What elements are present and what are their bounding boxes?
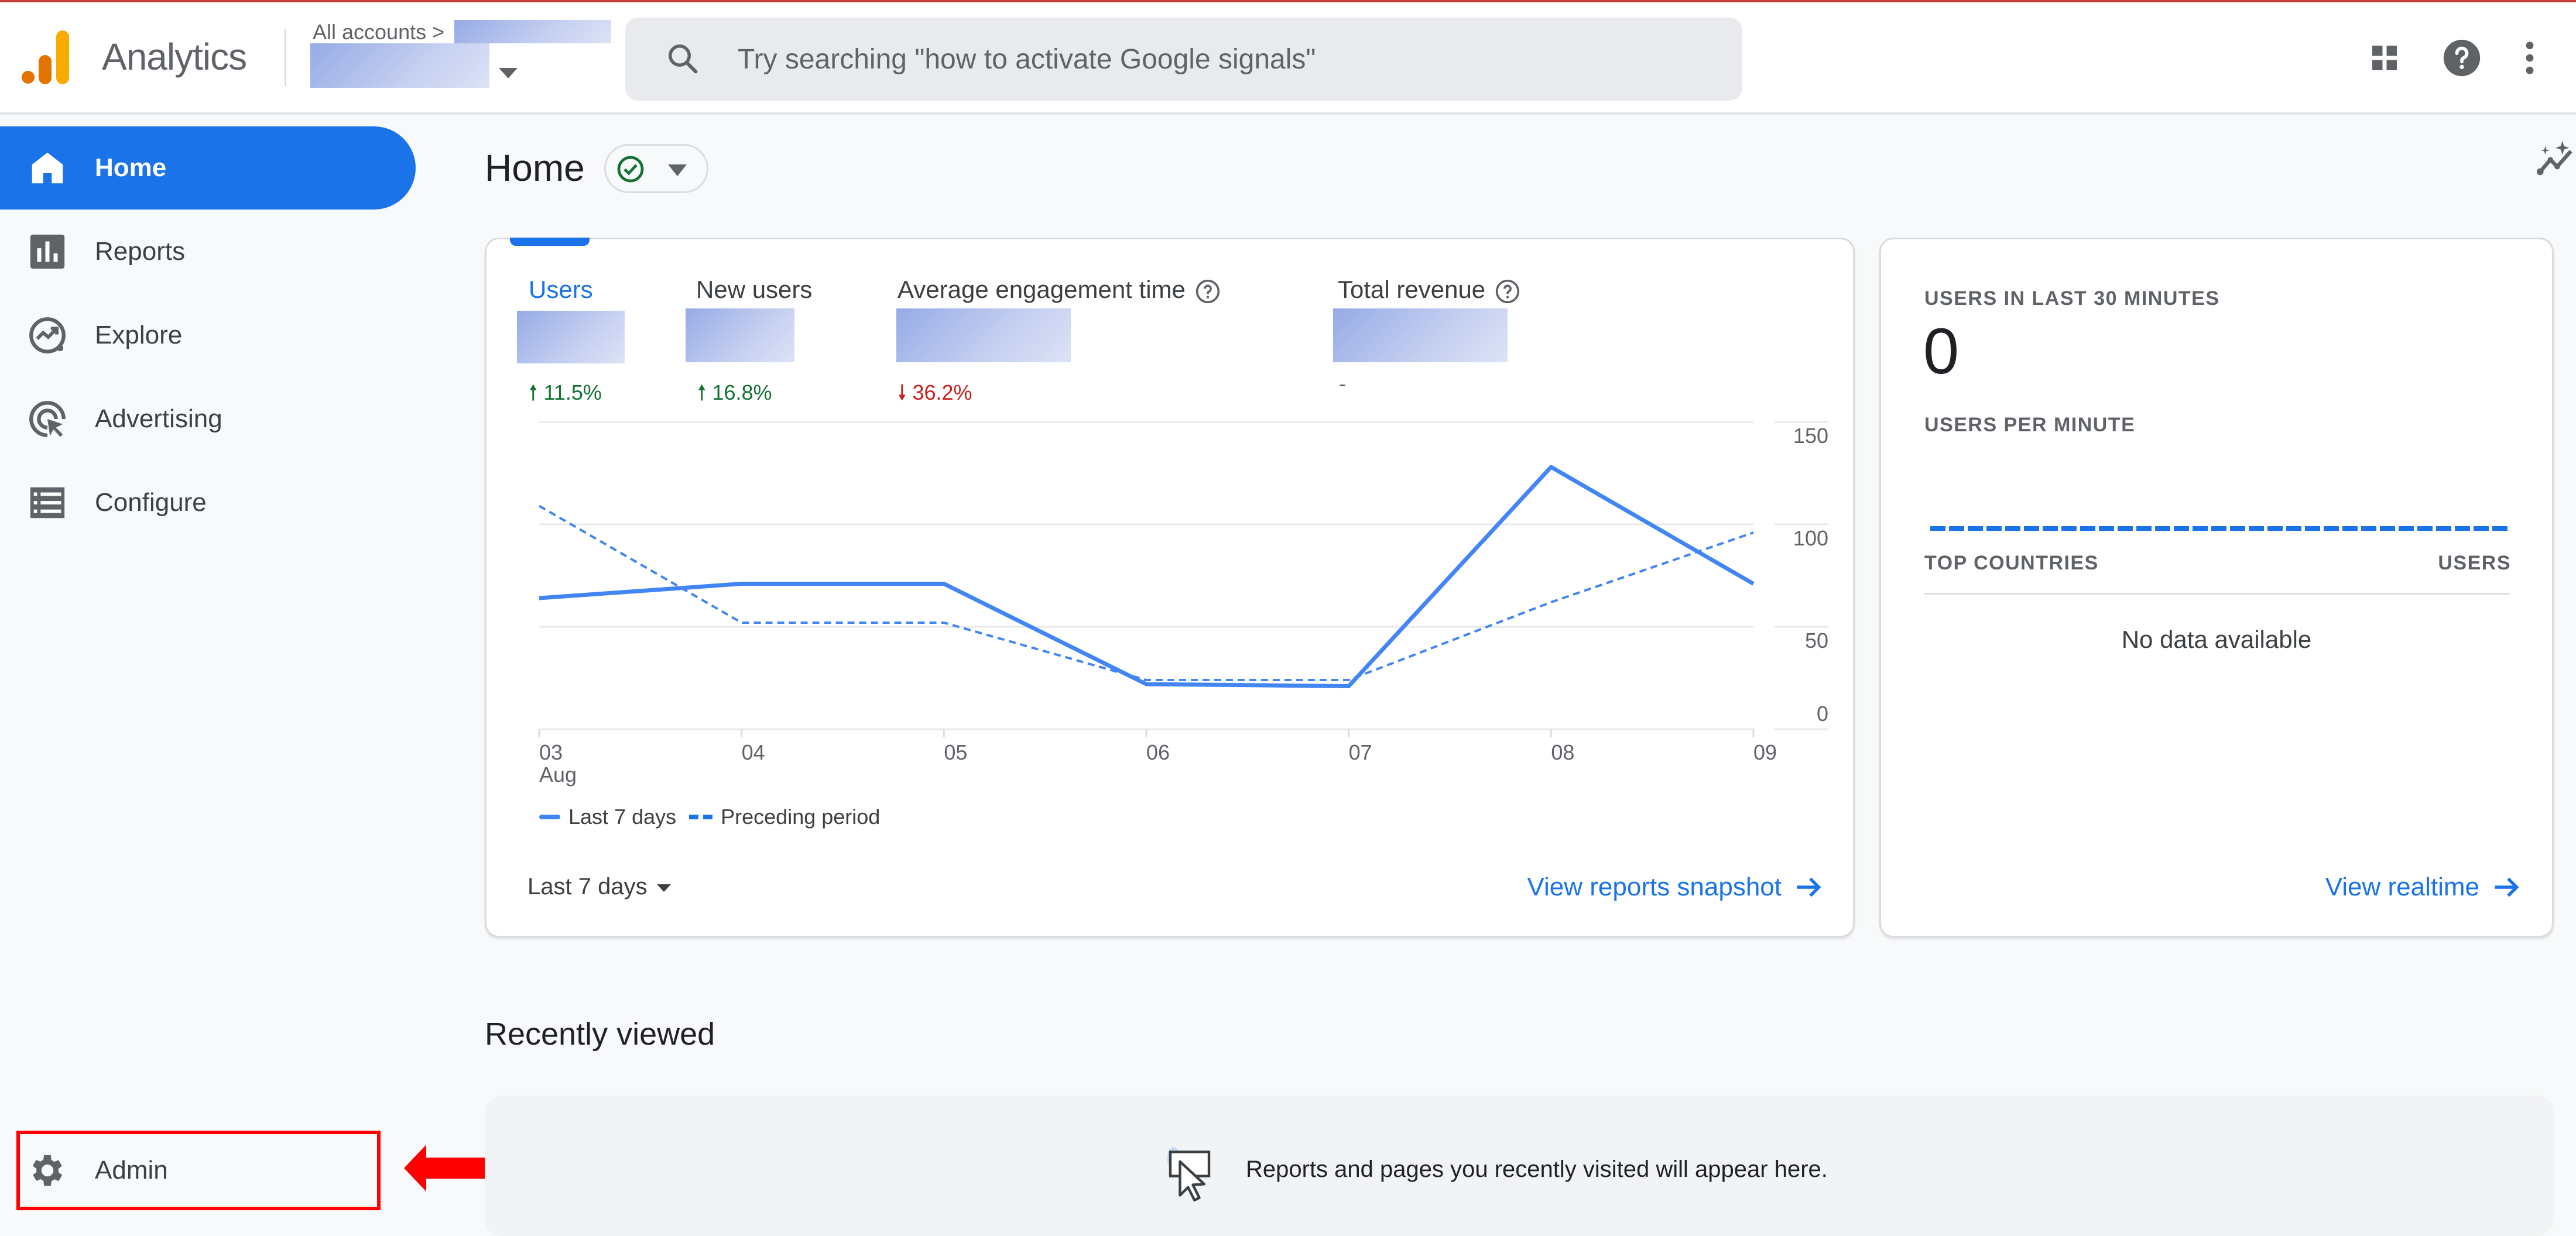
sidebar-item-explore[interactable]: Explore — [0, 294, 416, 377]
apps-grid-icon — [2368, 42, 2401, 74]
series-line-last-7-days — [539, 467, 1753, 686]
apps-button[interactable] — [2358, 32, 2411, 84]
top-countries-label: TOP COUNTRIES — [1924, 552, 2099, 575]
help-icon — [2442, 38, 2482, 78]
explore-icon — [27, 315, 68, 356]
x-tick-label: 05 — [944, 740, 967, 764]
top-app-bar: Analytics All accounts > — [0, 2, 2576, 115]
analytics-logo-icon[interactable] — [21, 30, 70, 84]
sidebar-item-reports[interactable]: Reports — [0, 210, 416, 293]
arrow-right-icon — [2492, 874, 2522, 900]
search-bar[interactable] — [625, 18, 1742, 101]
sidebar-item-label: Advertising — [95, 404, 222, 434]
search-icon — [665, 41, 700, 76]
recently-viewed-empty-message: Reports and pages you recently visited w… — [1246, 1156, 1828, 1183]
insights-icon[interactable] — [2535, 139, 2576, 180]
advertising-icon — [27, 399, 68, 440]
list-icon — [27, 482, 68, 523]
property-selector[interactable] — [310, 43, 489, 88]
bar-chart-icon — [27, 231, 68, 272]
users-column-label: USERS — [2438, 552, 2511, 575]
chevron-down-icon — [657, 884, 671, 892]
search-input[interactable] — [737, 35, 1705, 83]
sidebar-item-label: Reports — [95, 237, 185, 266]
more-vert-icon — [2524, 39, 2536, 77]
x-tick-label: 06 — [1146, 740, 1170, 764]
sidebar-item-label: Configure — [95, 488, 207, 517]
users-last-30-min-label: USERS IN LAST 30 MINUTES — [1924, 287, 2220, 310]
realtime-card: USERS IN LAST 30 MINUTES 0 USERS PER MIN… — [1879, 238, 2554, 938]
y-tick-label: 0 — [1817, 702, 1828, 726]
sidebar-item-home[interactable]: Home — [0, 126, 416, 210]
date-range-label: Last 7 days — [527, 874, 648, 899]
x-tick-sublabel: Aug — [539, 763, 577, 787]
cursor-window-icon — [1164, 1144, 1228, 1202]
chart-legend: Last 7 days Preceding period — [539, 805, 880, 829]
app-title: Analytics — [102, 35, 246, 78]
status-dropdown-button[interactable] — [604, 144, 708, 193]
no-data-message: No data available — [1881, 626, 2552, 654]
link-label: View realtime — [2325, 873, 2479, 902]
x-tick-label: 04 — [742, 740, 765, 764]
x-tick-label: 08 — [1551, 740, 1574, 764]
legend-dash-swatch-icon — [689, 815, 698, 819]
highlight-box-annotation — [16, 1131, 381, 1210]
users-last-30-min-value: 0 — [1923, 314, 1959, 389]
view-realtime-link[interactable]: View realtime — [2325, 873, 2522, 902]
users-per-minute-label: USERS PER MINUTE — [1924, 414, 2135, 437]
date-range-dropdown[interactable]: Last 7 days — [527, 874, 671, 900]
help-button[interactable] — [2435, 32, 2488, 84]
view-reports-snapshot-link[interactable]: View reports snapshot — [1527, 873, 1824, 902]
page-title: Home — [485, 146, 585, 190]
sidebar-item-configure[interactable]: Configure — [0, 461, 416, 544]
sidebar-item-label: Home — [95, 153, 166, 183]
x-tick-label: 03 — [539, 740, 563, 764]
property-dropdown-caret-icon[interactable] — [499, 68, 518, 78]
x-tick-label: 09 — [1753, 740, 1777, 764]
arrow-right-icon — [1794, 874, 1824, 900]
header-divider — [285, 29, 286, 87]
series-line-preceding-period — [539, 506, 1753, 681]
sidebar-item-label: Explore — [95, 321, 182, 350]
x-tick-label: 07 — [1349, 740, 1372, 764]
y-tick-label: 150 — [1793, 424, 1828, 448]
legend-preceding-period: Preceding period — [721, 805, 880, 829]
users-per-minute-sparkline — [1930, 526, 2508, 531]
recently-viewed-panel: Reports and pages you recently visited w… — [485, 1096, 2554, 1236]
link-label: View reports snapshot — [1527, 873, 1782, 902]
legend-solid-swatch-icon — [539, 815, 560, 819]
overview-card: Users 🠕 11.5% New users 🠕 16.8% Average … — [485, 238, 1855, 938]
home-icon — [27, 147, 68, 188]
legend-dash-swatch-icon — [703, 815, 712, 819]
legend-last-7-days: Last 7 days — [568, 805, 676, 829]
check-circle-icon — [616, 155, 645, 183]
sidebar-item-advertising[interactable]: Advertising — [0, 377, 416, 461]
users-line-chart: 0 50 100 150 03 04 05 06 07 08 09 Aug — [487, 239, 1853, 825]
recently-viewed-title: Recently viewed — [485, 1016, 715, 1052]
chevron-down-icon — [668, 164, 687, 176]
y-tick-label: 100 — [1793, 526, 1828, 550]
redacted-account-name — [454, 20, 611, 43]
more-options-button[interactable] — [2503, 32, 2556, 84]
breadcrumb-all-accounts[interactable]: All accounts > — [313, 20, 444, 44]
table-divider — [1924, 593, 2510, 595]
y-tick-label: 50 — [1805, 629, 1828, 653]
